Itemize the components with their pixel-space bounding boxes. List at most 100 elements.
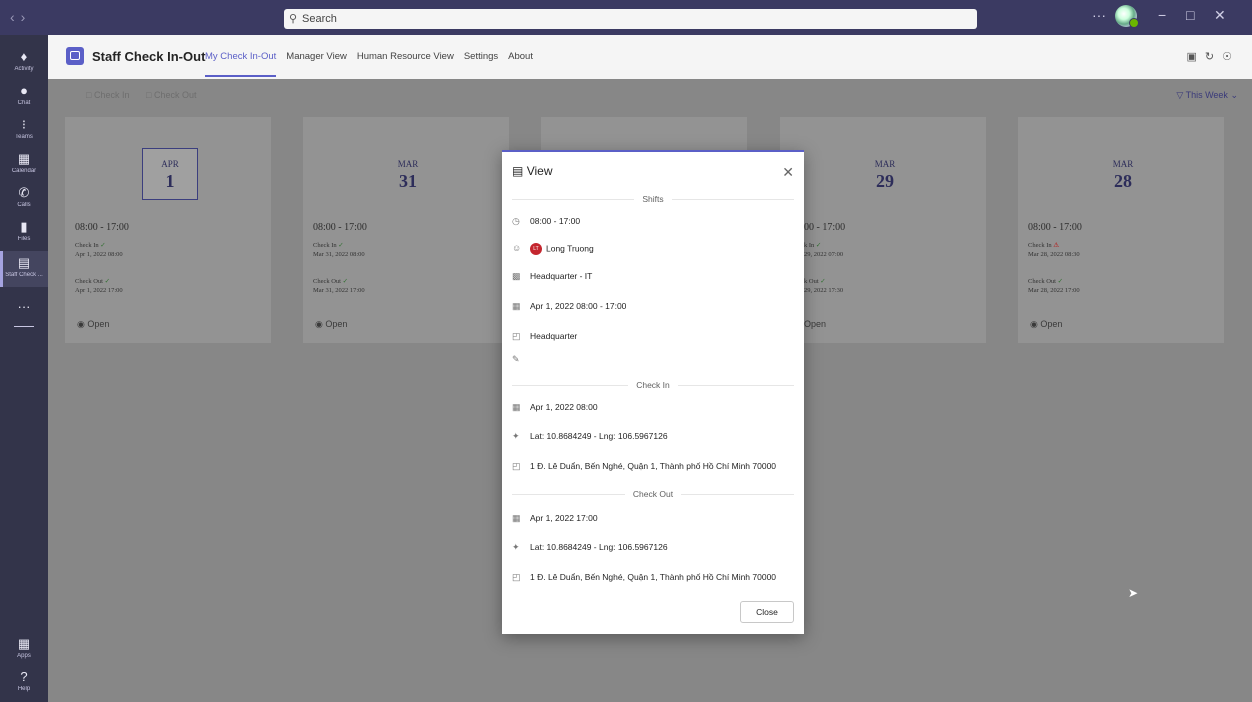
check-out-time: 29, 2022 17:30	[804, 287, 844, 294]
maximize-button[interactable]: □	[1186, 7, 1194, 23]
map-icon: ◰	[512, 331, 521, 341]
briefcase-icon: ▤	[512, 164, 524, 178]
check-in-time: Mar 28, 2022 08:30	[1028, 251, 1080, 258]
checkout-address-row: ◰ 1 Đ. Lê Duẩn, Bến Nghé, Quận 1, Thành p…	[512, 572, 802, 583]
rail-files[interactable]: ▮ Files	[0, 215, 48, 251]
section-label: Shifts	[634, 194, 672, 204]
dialog-title-text: View	[526, 164, 553, 178]
checkout-coords: Lat: 10.8684249 - Lng: 106.5967126	[530, 542, 668, 552]
check-in-label: k In ✓	[804, 241, 821, 249]
date-month: MAR	[1112, 159, 1134, 169]
clock-icon: ◷	[512, 216, 520, 226]
day-card[interactable]: MAR 31 08:00 - 17:00 Check In ✓ Mar 31, …	[303, 117, 509, 343]
rail-chat[interactable]: ● Chat	[0, 79, 48, 115]
check-in-label: Check In	[93, 90, 130, 100]
rail-label: Calls	[17, 202, 31, 208]
check-out-label: Check Out ✓	[1028, 277, 1063, 285]
rail-label: Teams	[15, 134, 33, 140]
checkin-time: Apr 1, 2022 08:00	[530, 402, 598, 412]
day-card[interactable]: MAR 28 08:00 - 17:00 Check In ⚠ Mar 28, …	[1018, 117, 1224, 343]
more-options-button[interactable]: ···	[1092, 7, 1106, 23]
refresh-icon[interactable]: ↻	[1205, 51, 1222, 63]
check-in-button[interactable]: □ Check In	[86, 90, 129, 100]
open-link[interactable]: ◉ Open	[1030, 319, 1062, 330]
day-card[interactable]: MAR 29 00 - 17:00 k In ✓ 29, 2022 07:00 …	[780, 117, 986, 343]
open-label: Open	[1040, 319, 1063, 329]
check-in-text: Check In	[313, 242, 337, 249]
rail-calendar[interactable]: ▦ Calendar	[0, 147, 48, 183]
rail-label: Help	[17, 686, 31, 692]
back-arrow-icon[interactable]: ‹	[10, 9, 21, 25]
rail-activity[interactable]: ♦ Activity	[0, 45, 48, 81]
popout-icon[interactable]: ▣	[1187, 51, 1205, 63]
date-box: MAR 29	[857, 148, 913, 200]
rail-apps[interactable]: ▦ Apps	[0, 632, 48, 668]
open-label: Open	[325, 319, 348, 329]
check-ok-icon: ✓	[820, 278, 826, 285]
close-button[interactable]: Close	[740, 601, 794, 623]
checkin-address-row: ◰ 1 Đ. Lê Duẩn, Bến Nghé, Quận 1, Thành p…	[512, 461, 802, 472]
department-row: ▩ Headquarter - IT	[512, 271, 802, 282]
tab-human-resource-view[interactable]: Human Resource View	[357, 51, 454, 62]
date-month: APR	[161, 159, 179, 169]
department: Headquarter - IT	[530, 271, 593, 281]
teams-icon: ⁝	[21, 117, 27, 132]
date-range: Apr 1, 2022 08:00 - 17:00	[530, 301, 627, 311]
calendar-icon: ▦	[512, 513, 521, 523]
more-icon: ···	[17, 299, 31, 314]
date-day: 29	[876, 171, 894, 191]
check-ok-icon: ✓	[100, 242, 106, 249]
check-out-label: Check Out ✓	[75, 277, 110, 285]
view-dialog: ▤ View ✕ Shifts ◷ 08:00 - 17:00 ☺ LT Long T…	[502, 150, 804, 634]
tab-settings[interactable]: Settings	[464, 51, 498, 62]
check-out-button[interactable]: □ Check Out	[146, 90, 196, 100]
checkout-coords-row: ✦ Lat: 10.8684249 - Lng: 106.5967126	[512, 542, 802, 553]
check-out-label: Check Out ✓	[313, 277, 348, 285]
search-input[interactable]: ⚲ Search	[284, 9, 977, 29]
eye-icon: ◉	[77, 319, 85, 329]
open-link[interactable]: ◉ Open	[77, 319, 109, 330]
open-link[interactable]: Open	[804, 319, 826, 329]
profile-avatar[interactable]	[1115, 5, 1139, 28]
rail-staff-check[interactable]: ▤ Staff Check ...	[0, 251, 48, 287]
person-icon: ☺	[512, 243, 522, 254]
rail-teams[interactable]: ⁝ Teams	[0, 113, 48, 149]
tab-about[interactable]: About	[508, 51, 533, 62]
check-in-text: Check In	[1028, 242, 1052, 249]
close-window-button[interactable]: ✕	[1214, 7, 1226, 24]
map-icon: ◰	[512, 572, 521, 582]
open-link[interactable]: ◉ Open	[315, 319, 347, 330]
date-box: MAR 31	[380, 148, 436, 200]
checkin-address: 1 Đ. Lê Duẩn, Bến Nghé, Quận 1, Thành ph…	[530, 461, 777, 471]
rail-calls[interactable]: ✆ Calls	[0, 181, 48, 217]
date-month: MAR	[874, 159, 896, 169]
rail-help[interactable]: ? Help	[0, 665, 48, 701]
checkin-coords-row: ✦ Lat: 10.8684249 - Lng: 106.5967126	[512, 431, 802, 442]
date-day: 31	[399, 171, 417, 191]
week-filter[interactable]: ▽ This Week ⌄	[1176, 90, 1238, 101]
bell-icon: ♦	[20, 49, 28, 64]
building-icon: ▩	[512, 271, 521, 281]
check-ok-icon: ✓	[1057, 278, 1064, 285]
tab-my-check-in-out[interactable]: My Check In-Out	[205, 51, 276, 62]
presence-dot	[1129, 18, 1139, 28]
header-icons: ▣↻☉	[1187, 50, 1241, 63]
check-in-label: Check In ⚠	[1028, 241, 1059, 249]
filter-label: This Week	[1185, 90, 1228, 100]
calendar-icon: ▦	[17, 151, 31, 166]
left-rail: ♦ Activity ● Chat ⁝ Teams ▦ Calendar ✆ C…	[0, 35, 48, 702]
shift-time: 08:00 - 17:00	[75, 222, 129, 233]
close-icon[interactable]: ✕	[782, 164, 794, 181]
user-name: Long Truong	[546, 243, 594, 254]
check-out-text: Check Out	[313, 278, 341, 285]
tab-manager-view[interactable]: Manager View	[286, 51, 347, 62]
day-card[interactable]: APR 1 08:00 - 17:00 Check In ✓ Apr 1, 20…	[65, 117, 271, 343]
nav-arrows[interactable]: ‹›	[10, 9, 31, 25]
minimize-button[interactable]: −	[1158, 7, 1166, 23]
info-icon[interactable]: ☉	[1222, 51, 1240, 63]
title-bar: ‹› ⚲ Search ··· − □ ✕	[0, 0, 1252, 35]
toolbar: □ Check In □ Check Out ▽ This Week ⌄	[48, 79, 1252, 111]
shift-time: 08:00 - 17:00	[1028, 222, 1082, 233]
forward-arrow-icon[interactable]: ›	[21, 9, 32, 25]
check-out-label: k Out ✓	[804, 277, 826, 285]
